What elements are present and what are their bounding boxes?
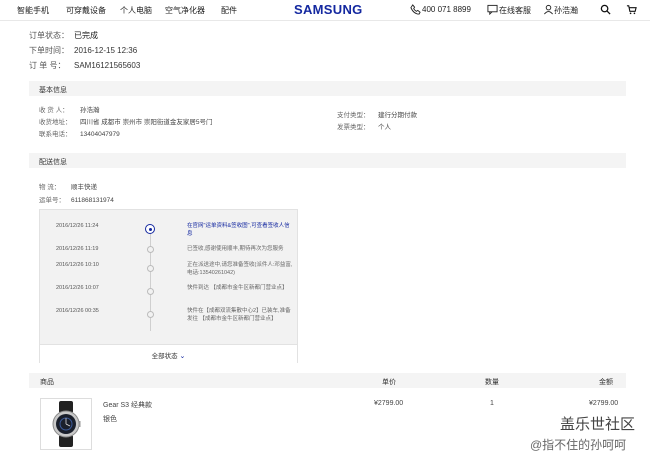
- waybill-label: 运单号：: [39, 197, 65, 204]
- chat-icon: [487, 4, 498, 15]
- col-unit-price: 单价: [382, 379, 396, 386]
- waybill-value: 611868131974: [71, 197, 114, 204]
- top-nav: 智能手机 可穿戴设备 个人电脑 空气净化器 配件 SAMSUNG 400 071…: [0, 0, 650, 21]
- show-all-status-label: 全部状态: [151, 353, 178, 360]
- timeline-date: 2016/12/26 11:24: [56, 223, 99, 229]
- basic-info-header: 基本信息: [29, 81, 626, 96]
- order-status-value: 已完成: [74, 31, 98, 40]
- order-status-row: 订单状态： 已完成: [29, 30, 98, 41]
- product-name[interactable]: Gear S3 经典款: [103, 400, 152, 410]
- timeline-date: 2016/12/26 10:07: [56, 285, 99, 291]
- order-number-value: SAM16121565603: [74, 61, 141, 70]
- order-number-row: 订 单 号： SAM16121565603: [29, 60, 140, 71]
- chevron-down-icon: ⌄: [179, 353, 186, 360]
- product-quantity: 1: [490, 400, 494, 407]
- contact-phone-row: 联系电话： 13404047979: [39, 128, 120, 138]
- timeline-dot-current: [145, 224, 155, 234]
- timeline-desc[interactable]: 在官网"运单资料&签收图",可查看签收人信息: [187, 222, 295, 238]
- nav-item-smartphones[interactable]: 智能手机: [17, 5, 49, 16]
- order-status-label: 订单状态：: [29, 31, 69, 40]
- user-icon: [543, 4, 554, 15]
- timeline-date: 2016/12/26 10:10: [56, 262, 99, 268]
- nav-item-air-purifier[interactable]: 空气净化器: [165, 5, 205, 16]
- receiver-row: 收 货 人： 孙浩瀚: [39, 104, 100, 114]
- timeline-list: 2016/12/26 11:24 在官网"运单资料&签收图",可查看签收人信息 …: [40, 210, 297, 344]
- receiver-value: 孙浩瀚: [80, 107, 100, 114]
- cart-icon[interactable]: [626, 4, 637, 15]
- online-service-link[interactable]: 在线客服: [499, 5, 531, 16]
- order-time-label: 下单时间：: [29, 46, 69, 55]
- timeline-date: 2016/12/26 00:35: [56, 308, 99, 314]
- address-row: 收货地址： 四川省 成都市 崇州市 崇阳街道金友家居5号门: [39, 116, 213, 126]
- contact-phone-value: 13404047979: [80, 131, 120, 138]
- receiver-label: 收 货 人：: [39, 107, 69, 114]
- delivery-info-header: 配送信息: [29, 153, 626, 168]
- payment-type-label: 支付类型：: [337, 112, 370, 119]
- product-unit-price: ¥2799.00: [374, 400, 404, 407]
- col-amount: 金额: [599, 379, 613, 386]
- tracking-timeline: 2016/12/26 11:24 在官网"运单资料&签收图",可查看签收人信息 …: [39, 209, 298, 363]
- timeline-date: 2016/12/26 11:19: [56, 246, 99, 252]
- timeline-dot: [147, 246, 154, 253]
- waybill-row: 运单号： 611868131974: [39, 194, 114, 204]
- product-amount: ¥2799.00: [589, 400, 619, 407]
- phone-icon: [410, 4, 421, 15]
- order-time-row: 下单时间： 2016-12-15 12:36: [29, 45, 137, 56]
- courier-label: 物 流：: [39, 184, 61, 191]
- timeline-dot: [147, 288, 154, 295]
- hotline-number[interactable]: 400 071 8899: [422, 5, 471, 14]
- watermark-community: 盖乐世社区: [560, 416, 636, 433]
- goods-table-header: 商品 单价 数量 金额: [29, 373, 626, 388]
- timeline-desc: 正在派送途中,请您准备签收(派件人:邓益富,电话:13540261042): [187, 262, 293, 276]
- contact-phone-label: 联系电话：: [39, 131, 72, 138]
- order-time-value: 2016-12-15 12:36: [74, 46, 138, 55]
- product-color: 银色: [103, 416, 117, 423]
- nav-item-pc[interactable]: 个人电脑: [120, 5, 152, 16]
- payment-type-row: 支付类型： 建行分期付款: [337, 109, 417, 119]
- samsung-logo[interactable]: SAMSUNG: [294, 2, 363, 17]
- address-value: 四川省 成都市 崇州市 崇阳街道金友家居5号门: [80, 119, 213, 126]
- timeline-desc: 已签收,感谢使用顺丰,期待再次为您服务: [187, 246, 284, 252]
- watch-icon: [52, 401, 81, 447]
- nav-item-wearables[interactable]: 可穿戴设备: [66, 5, 106, 16]
- col-product: 商品: [40, 379, 54, 386]
- invoice-type-row: 发票类型： 个人: [337, 121, 391, 131]
- product-image-gear-s3[interactable]: [40, 398, 92, 450]
- show-all-status-button[interactable]: 全部状态 ⌄: [40, 344, 297, 363]
- col-quantity: 数量: [485, 379, 499, 386]
- invoice-type-label: 发票类型：: [337, 124, 370, 131]
- invoice-type-value: 个人: [378, 124, 391, 131]
- user-name-link[interactable]: 孙浩瀚: [554, 5, 578, 16]
- address-label: 收货地址：: [39, 119, 72, 126]
- watermark-author: @指不住的孙呵呵: [530, 438, 627, 452]
- payment-type-value: 建行分期付款: [378, 112, 417, 119]
- timeline-desc: 快件在【成都双流集散中心2】已装车,准备发往 【成都市金牛区新都门营业点】: [187, 308, 291, 322]
- timeline-desc: 快件到达 【成都市金牛区新都门营业点】: [187, 285, 288, 291]
- courier-row: 物 流： 顺丰快递: [39, 181, 97, 191]
- order-number-label: 订 单 号：: [29, 61, 66, 70]
- search-icon[interactable]: [600, 4, 611, 15]
- timeline-dot: [147, 265, 154, 272]
- courier-value: 顺丰快递: [71, 184, 97, 191]
- timeline-dot: [147, 311, 154, 318]
- nav-item-accessories[interactable]: 配件: [221, 5, 237, 16]
